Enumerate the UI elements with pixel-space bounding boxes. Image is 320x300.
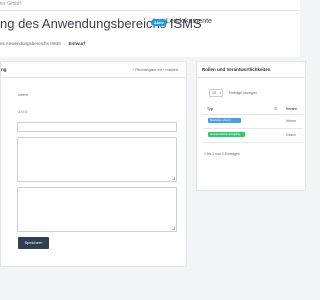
required-note: *Pflichtangabe mit * markiert	[133, 68, 178, 72]
roles-card-title: Rollen und Verantwortlichkeiten	[202, 67, 271, 72]
form-card-header: ng *Pflichtangabe mit * markiert	[1, 62, 186, 78]
top-bar: ter GmbH	[0, 0, 300, 11]
divider	[203, 142, 303, 143]
breadcrumb: es Anwendungsbereichs ISMS › Entwurf	[0, 41, 85, 46]
resize-handle-icon[interactable]	[172, 177, 175, 180]
resize-handle-icon[interactable]	[172, 227, 175, 230]
textarea-2[interactable]	[17, 187, 177, 232]
page-size-value: 10	[212, 91, 216, 95]
textarea-1[interactable]	[17, 137, 177, 182]
required-note-text: Pflichtangabe mit * markiert	[135, 68, 178, 72]
role-badge-author: Bearbeiten (Autor)	[208, 118, 241, 123]
pagination-info: 1 bis 2 von 2 Einträgen	[204, 152, 240, 156]
divider	[203, 128, 303, 129]
chevron-down-icon: ▾	[219, 91, 221, 95]
version-value: 1.0.0	[18, 109, 27, 114]
status-badge: Aktiv	[151, 18, 167, 26]
entries-label: Einträge anzeigen	[229, 91, 258, 95]
role-badge-approver: Verantwortlicher (Freigabe)	[208, 132, 245, 137]
form-card-title: ng	[1, 67, 7, 72]
breadcrumb-parent[interactable]: es Anwendungsbereichs ISMS	[0, 41, 61, 46]
breadcrumb-separator: ›	[64, 41, 66, 46]
save-button[interactable]: Speichern	[18, 237, 49, 249]
table-cell: Gesch	[286, 133, 297, 137]
company-name: ter GmbH	[0, 1, 22, 7]
divider	[203, 114, 303, 115]
table-cell: Inform	[286, 119, 296, 123]
text-input[interactable]	[17, 122, 177, 132]
column-header-responsible[interactable]: Verant	[286, 107, 297, 111]
roles-card: Rollen und Verantwortlichkeiten	[196, 61, 306, 191]
breadcrumb-current: Entwurf	[68, 41, 86, 46]
page-size-select[interactable]: 10 ▾	[209, 89, 223, 97]
required-star-icon: *	[132, 68, 135, 72]
sort-icon[interactable]: ⇅	[274, 106, 277, 111]
column-header-type[interactable]: Typ	[207, 107, 213, 111]
classification-value: Intern	[18, 92, 29, 97]
roles-card-header: Rollen und Verantwortlichkeiten	[197, 62, 305, 78]
document-type-label: Leitdokumente	[166, 18, 212, 25]
